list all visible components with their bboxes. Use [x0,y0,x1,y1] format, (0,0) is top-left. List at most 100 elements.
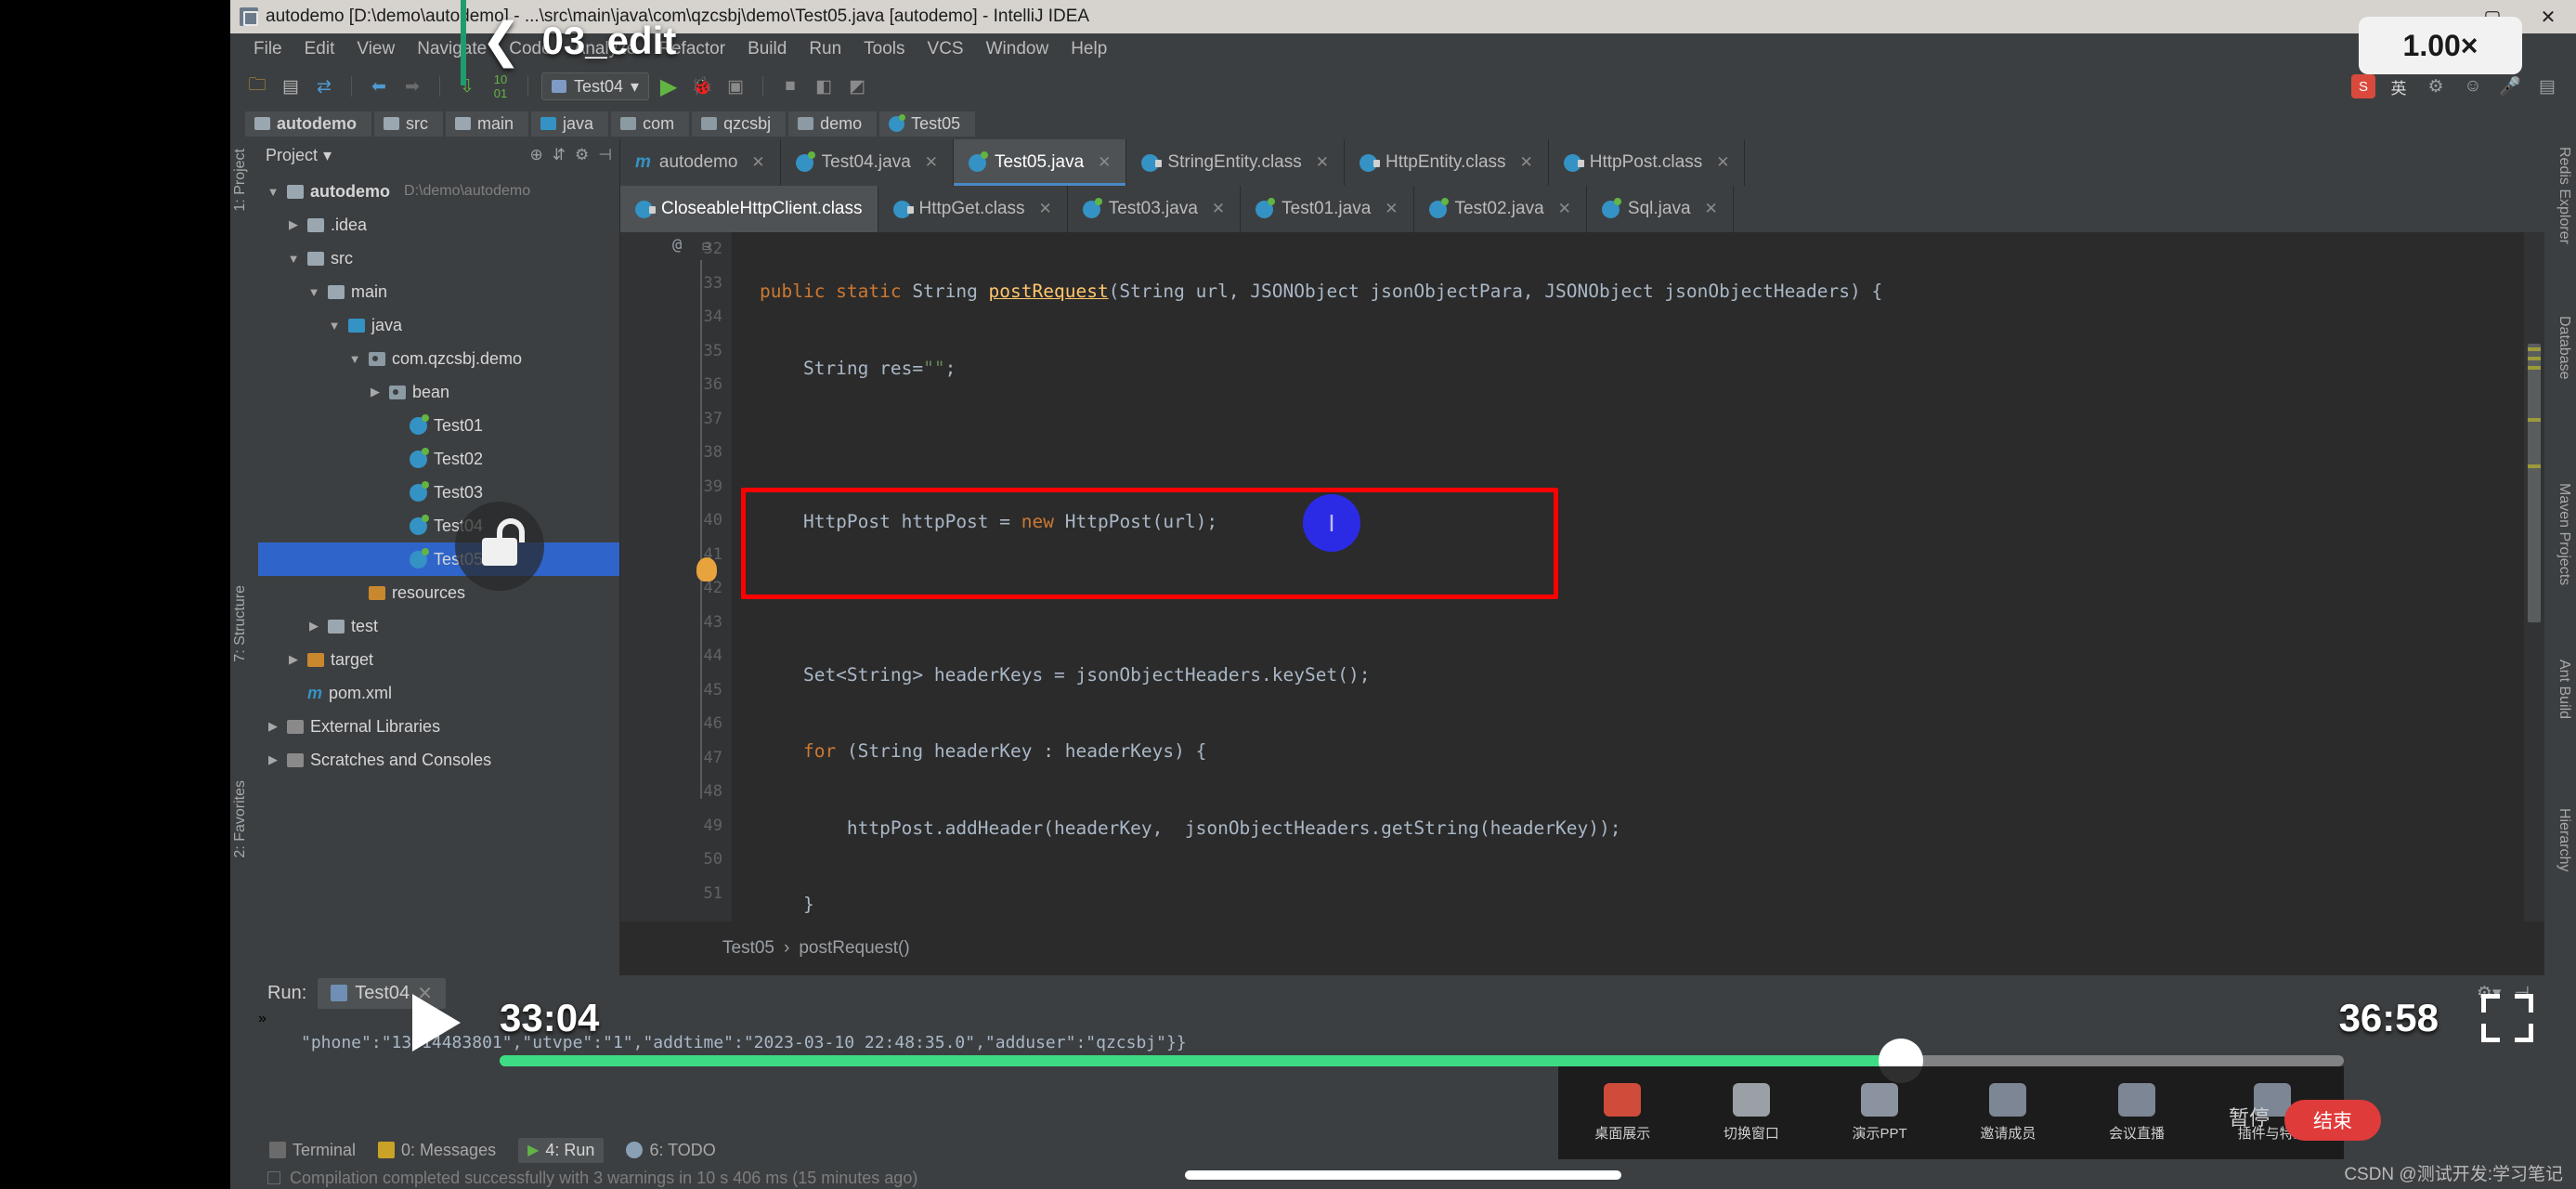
tree-node-src[interactable]: ▼ src [258,242,619,275]
tree-node-target[interactable]: ▶ target [258,643,619,676]
close-icon[interactable]: ✕ [1520,153,1533,172]
breadcrumb-java[interactable]: java [531,111,609,137]
tree-node-autodemo[interactable]: ▼ autodemo D:\demo\autodemo [258,175,619,208]
close-icon[interactable]: ✕ [751,153,764,172]
undo-icon[interactable]: ⬅ [365,72,393,100]
editor-marker-scrollbar[interactable] [2524,232,2544,921]
collapse-icon[interactable]: ⇵ [553,146,566,164]
expand-arrow-icon[interactable]: ▼ [286,252,301,266]
close-icon[interactable]: ✕ [925,153,938,172]
breadcrumb-autodemo[interactable]: autodemo [245,111,372,137]
binary-icon[interactable]: 10 01 [487,72,514,100]
tree-node-bean[interactable]: ▶ bean [258,375,619,409]
tree-node-external-libraries[interactable]: ▶ External Libraries [258,710,619,743]
tree-node-pom-xml[interactable]: m pom.xml [258,676,619,710]
tab-test03-java[interactable]: Test03.java ✕ [1068,186,1242,232]
breadcrumb-demo[interactable]: demo [788,111,878,137]
menu-item-vcs[interactable]: VCS [917,35,974,63]
expand-arrow-icon[interactable]: ▶ [266,719,280,734]
tree-node-test04[interactable]: Test04 [258,509,619,542]
stripe-button-redis-explorer[interactable]: Redis Explorer [2556,147,2572,244]
expand-arrow-icon[interactable]: ▼ [266,185,280,199]
stripe-button-structure[interactable]: 7: Structure [232,585,249,662]
search-everywhere-icon[interactable]: S [2351,74,2375,98]
close-icon[interactable]: ✕ [1039,200,1052,218]
tab-httpget-class[interactable]: HttpGet.class ✕ [878,186,1068,232]
stripe-button-project[interactable]: 1: Project [232,149,249,212]
statusbar-item-todo[interactable]: 6: TODO [626,1141,716,1160]
compile-icon[interactable]: ⇩ [453,72,481,100]
end-meeting-button[interactable]: 结束 [2284,1100,2381,1141]
tab-test05-java[interactable]: Test05.java ✕ [954,139,1127,186]
tab-httppost-class[interactable]: HttpPost.class ✕ [1549,139,1746,186]
close-icon[interactable]: ✕ [1705,200,1718,218]
pause-label[interactable]: 暂停 [2229,1102,2270,1131]
statusbar-item-run[interactable]: ▶ 4: Run [518,1137,605,1163]
menu-item-view[interactable]: View [346,35,405,63]
layout-icon[interactable]: ▤ [2533,72,2561,100]
run-button[interactable]: ▶ [655,72,683,100]
code-viewport[interactable]: 32 33 34 35 36 37 38 39 40 41 42 43 44 4… [620,232,2544,921]
breadcrumb-method[interactable]: postRequest() [799,938,909,959]
play-button[interactable] [412,994,461,1052]
toolbar-ppt[interactable]: 演示PPT [1853,1083,1907,1143]
save-icon[interactable]: ▤ [277,72,305,100]
close-icon[interactable]: ✕ [1316,153,1329,172]
tree-node-test01[interactable]: Test01 [258,409,619,442]
toolbar-switch-window[interactable]: 切换窗口 [1724,1083,1779,1143]
stripe-button-ant-build[interactable]: Ant Build [2556,660,2572,719]
tree-node-idea[interactable]: ▶ .idea [258,208,619,242]
checkbox-icon[interactable] [267,1171,280,1184]
tree-node-scratches-and-consoles[interactable]: ▶ Scratches and Consoles [258,743,619,777]
breadcrumb-test05[interactable]: Test05 [879,111,976,137]
tree-node-test02[interactable]: Test02 [258,442,619,476]
playback-speed-badge[interactable]: 1.00× [2359,17,2522,74]
menu-item-tools[interactable]: Tools [853,35,915,63]
annotation-icon[interactable]: @ [672,236,682,255]
tab-stringentity-class[interactable]: StringEntity.class ✕ [1126,139,1345,186]
close-icon[interactable]: ✕ [1385,200,1398,218]
run-console[interactable]: » "phone":"13914483801","utvpe":"1","add… [258,1011,2544,1052]
toolbar-live[interactable]: 会议直播 [2109,1083,2165,1143]
back-arrow-icon[interactable]: ❮ [481,17,522,65]
menu-item-file[interactable]: File [243,35,293,63]
run-coverage-button[interactable]: ▣ [722,72,749,100]
breadcrumb-main[interactable]: main [446,111,529,137]
expand-arrow-icon[interactable]: ▶ [306,619,321,634]
tab-httpentity-class[interactable]: HttpEntity.class ✕ [1345,139,1549,186]
menu-item-edit[interactable]: Edit [294,35,345,63]
intention-bulb-icon[interactable] [696,557,717,581]
open-folder-icon[interactable]: 🗀 [243,72,271,100]
statusbar-item-terminal[interactable]: Terminal [269,1141,356,1160]
tree-node-java[interactable]: ▼ java [258,308,619,342]
progress-track[interactable] [500,1039,2344,1083]
menu-item-build[interactable]: Build [737,35,797,63]
menu-item-help[interactable]: Help [1060,35,1117,63]
chevron-down-icon[interactable]: ▾ [323,146,332,165]
run-configuration-selector[interactable]: Test04 ▾ [541,72,650,100]
tree-node-test05[interactable]: Test05 [258,542,619,576]
tree-node-com-qzcsbj-demo[interactable]: ▼ com.qzcsbj.demo [258,342,619,375]
stop-button[interactable]: ■ [776,72,804,100]
input-method-icon[interactable]: 英 [2385,72,2413,100]
tab-sql-java[interactable]: Sql.java ✕ [1587,186,1734,232]
hide-icon[interactable]: ⊣ [598,146,612,164]
breadcrumb-com[interactable]: com [611,111,690,137]
debug-button[interactable]: 🐞 [688,72,716,100]
profile-button[interactable]: ◧ [810,72,838,100]
tab-closeablehttpclient-class[interactable]: CloseableHttpClient.class [620,186,878,232]
expand-arrow-icon[interactable]: ▼ [306,285,321,299]
tree-node-test03[interactable]: Test03 [258,476,619,509]
toolbar-invite[interactable]: 邀请成员 [1980,1083,2036,1143]
expand-arrow-icon[interactable]: ▶ [368,385,383,399]
code-text[interactable]: public static String postRequest(String … [732,232,2544,921]
close-icon[interactable]: ✕ [1212,200,1225,218]
scrollbar-thumb[interactable] [2528,344,2541,622]
sync-icon[interactable]: ⇄ [310,72,338,100]
close-icon[interactable]: ✕ [1098,153,1111,172]
expand-arrow-icon[interactable]: ▶ [286,652,301,667]
tree-node-test[interactable]: ▶ test [258,609,619,643]
breadcrumb-src[interactable]: src [374,111,444,137]
expand-arrow-icon[interactable]: ▼ [327,319,342,333]
tab-autodemo[interactable]: m autodemo ✕ [620,139,781,186]
